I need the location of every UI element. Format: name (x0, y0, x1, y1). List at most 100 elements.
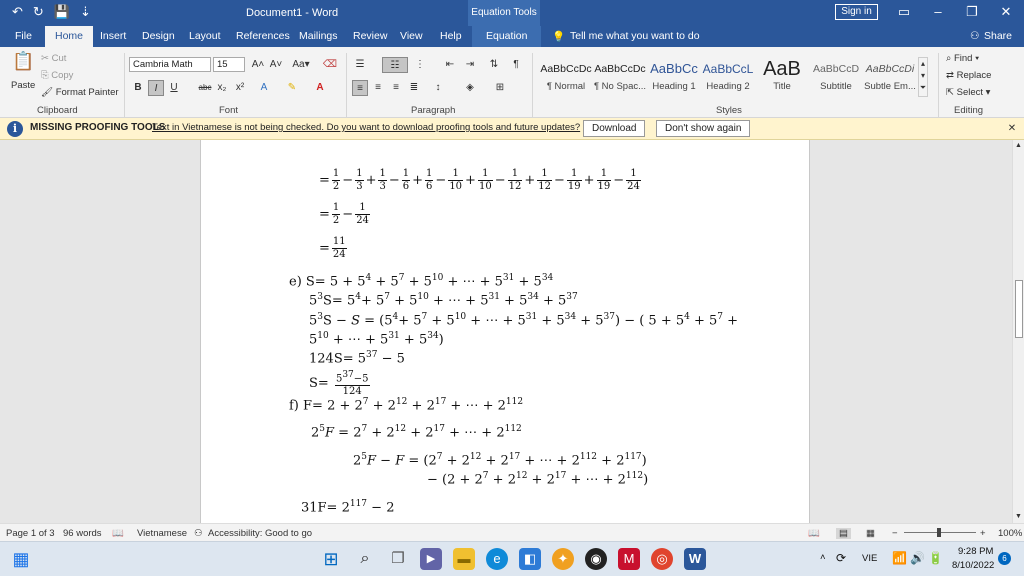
paste-icon[interactable]: 📋 (12, 52, 34, 79)
edge-icon[interactable]: e (486, 548, 508, 570)
zoom-in-icon[interactable]: + (980, 528, 986, 539)
close-icon[interactable]: ✕ (996, 4, 1016, 20)
store-icon[interactable]: ◧ (519, 548, 541, 570)
style-heading-1[interactable]: AaBbCc Heading 1 (645, 59, 703, 95)
text-effects-icon[interactable]: A (256, 80, 272, 96)
customize-qa-icon[interactable]: ⇣ (80, 4, 91, 20)
teams-icon[interactable]: ▶ (420, 548, 442, 570)
justify-icon[interactable]: ≣ (406, 80, 422, 96)
grow-font-icon[interactable]: A˄ (250, 57, 266, 73)
mcafee-icon[interactable]: M (618, 548, 640, 570)
pinned-app-icon[interactable]: ✦ (552, 548, 574, 570)
tab-view[interactable]: View (400, 30, 423, 42)
scroll-up-icon[interactable]: ▲ (1013, 140, 1024, 151)
decrease-indent-icon[interactable]: ⇤ (442, 57, 458, 73)
search-icon[interactable]: ⌕ (354, 548, 376, 570)
equation-line-2[interactable]: = 1 2−1 24 (319, 202, 372, 227)
borders-icon[interactable]: ⊞ (492, 80, 508, 96)
document-canvas[interactable]: = 1 2−1 3 +1 3−1 6 +1 6−1 10 +1 10−1 12 +1 12−1 19 +1 19−… (0, 140, 1012, 523)
shrink-font-icon[interactable]: A˅ (268, 57, 284, 73)
volume-icon[interactable]: 🔊 (910, 551, 925, 565)
align-left-icon[interactable]: ≡ (352, 80, 368, 96)
equation-f-4[interactable]: − (2 + 27 + 212 + 217 + ⋯ + 2112) (427, 471, 648, 487)
style-heading-2[interactable]: AaBbCcL Heading 2 (699, 59, 757, 95)
equation-line-3[interactable]: = 11 24 (319, 236, 349, 261)
equation-f-1[interactable]: f) F= 2 + 27 + 212 + 217 + ⋯ + 2112 (289, 397, 523, 413)
align-right-icon[interactable]: ≡ (388, 80, 404, 96)
tab-file[interactable]: File (15, 30, 32, 42)
minimize-icon[interactable]: – (928, 4, 948, 19)
font-color-icon[interactable]: A (312, 80, 328, 96)
style-title[interactable]: AaB Title (753, 59, 811, 95)
zoom-out-icon[interactable]: − (892, 528, 898, 539)
bullets-icon[interactable]: ☰ (352, 57, 368, 73)
paste-button[interactable]: Paste (11, 80, 35, 91)
tab-help[interactable]: Help (440, 30, 462, 42)
clock-date[interactable]: 8/10/2022 (952, 560, 994, 571)
document-page[interactable]: = 1 2−1 3 +1 3−1 6 +1 6−1 10 +1 10−1 12 +1 12−1 19 +1 19−… (200, 140, 810, 523)
widgets-icon[interactable]: ▦ (10, 548, 32, 570)
clock-time[interactable]: 9:28 PM (958, 546, 993, 557)
web-layout-icon[interactable]: ▦ (866, 528, 875, 539)
page-count[interactable]: Page 1 of 3 (6, 528, 55, 539)
style-subtle-emphasis[interactable]: AaBbCcDi Subtle Em... (861, 59, 919, 95)
subscript-icon[interactable]: x₂ (214, 80, 230, 96)
download-button[interactable]: Download (583, 120, 646, 137)
sort-icon[interactable]: ⇅ (486, 57, 502, 73)
word-icon[interactable]: W (684, 548, 706, 570)
task-view-icon[interactable]: ❐ (387, 548, 409, 570)
print-layout-icon[interactable]: ▤ (836, 528, 851, 539)
proofing-icon[interactable]: 📖 (112, 528, 124, 539)
equation-e-5[interactable]: 124S= 537 − 5 (309, 350, 405, 366)
scroll-thumb[interactable] (1015, 280, 1023, 338)
numbering-icon[interactable]: ☷ (382, 57, 408, 73)
equation-e-6[interactable]: S= 537−5 124 (309, 369, 372, 398)
zoom-level[interactable]: 100% (998, 528, 1022, 539)
tab-home[interactable]: Home (45, 26, 94, 47)
shading-icon[interactable]: ◈ (462, 80, 478, 96)
font-name-select[interactable]: Cambria Math (129, 57, 211, 72)
italic-icon[interactable]: I (148, 80, 164, 96)
show-marks-icon[interactable]: ¶ (508, 57, 524, 73)
wifi-icon[interactable]: 📶 (892, 551, 907, 565)
word-count[interactable]: 96 words (63, 528, 102, 539)
ribbon-display-icon[interactable]: ▭ (894, 4, 914, 20)
github-icon[interactable]: ◉ (585, 548, 607, 570)
undo-icon[interactable]: ↶ (12, 4, 23, 20)
clear-format-icon[interactable]: ⌫ (322, 57, 338, 73)
highlight-icon[interactable]: ✎ (284, 80, 300, 96)
increase-indent-icon[interactable]: ⇥ (462, 57, 478, 73)
scroll-down-icon[interactable]: ▼ (1013, 511, 1024, 522)
bold-icon[interactable]: B (130, 80, 146, 96)
read-mode-icon[interactable]: 📖 (808, 528, 820, 539)
style-no-spacing[interactable]: AaBbCcDc ¶ No Spac... (591, 59, 649, 95)
tab-review[interactable]: Review (353, 30, 387, 42)
file-explorer-icon[interactable]: ▬ (453, 548, 475, 570)
chrome-icon[interactable]: ◎ (651, 548, 673, 570)
tab-references[interactable]: References (236, 30, 290, 42)
strikethrough-icon[interactable]: abc (196, 80, 214, 96)
tray-overflow-icon[interactable]: ˄ (820, 552, 826, 563)
close-message-icon[interactable]: ✕ (1004, 121, 1020, 137)
underline-icon[interactable]: U (166, 80, 182, 96)
line-spacing-icon[interactable]: ↕ (430, 80, 446, 96)
find-button[interactable]: ⌕ Find ▾ (946, 53, 979, 64)
style-normal[interactable]: AaBbCcDc ¶ Normal (537, 59, 595, 95)
change-case-icon[interactable]: Aa▾ (290, 57, 312, 73)
styles-scroll-icon[interactable]: ▴ ▾ ⏷ (918, 57, 928, 97)
tab-mailings[interactable]: Mailings (299, 30, 338, 42)
message-link[interactable]: Text in Vietnamese is not being checked.… (152, 122, 580, 133)
notification-badge[interactable]: 6 (998, 552, 1011, 565)
equation-line-1[interactable]: = 1 2−1 3 +1 3−1 6 +1 6−1 10 +1 10−1 12 +1 12−1 19 +1 19−… (319, 168, 643, 193)
style-subtitle[interactable]: AaBbCcD Subtitle (807, 59, 865, 95)
replace-button[interactable]: ⇄ Replace (946, 70, 991, 81)
font-size-select[interactable]: 15 (213, 57, 245, 72)
save-icon[interactable]: 💾 (54, 4, 70, 20)
start-icon[interactable]: ⊞ (320, 548, 342, 570)
sign-in-button[interactable]: Sign in (835, 4, 878, 20)
tell-me-search[interactable]: Tell me what you want to do (570, 30, 700, 42)
dont-show-again-button[interactable]: Don't show again (656, 120, 751, 137)
input-language[interactable]: VIE (862, 553, 877, 564)
tab-equation[interactable]: Equation (472, 26, 542, 47)
share-button[interactable]: Share (984, 30, 1012, 42)
